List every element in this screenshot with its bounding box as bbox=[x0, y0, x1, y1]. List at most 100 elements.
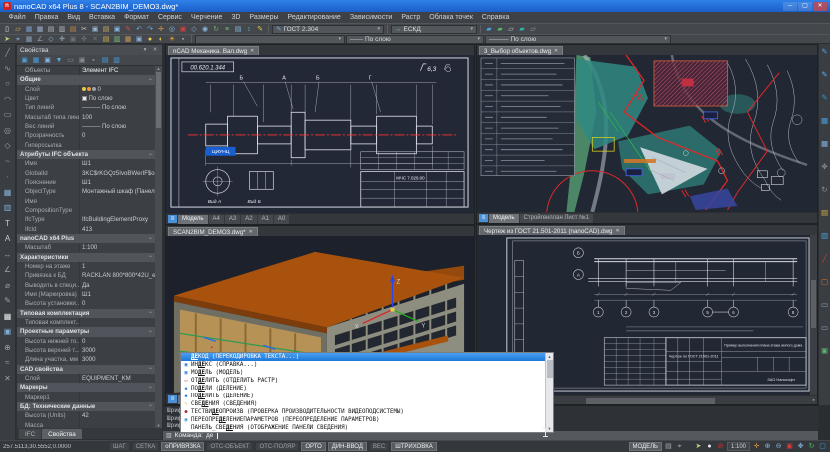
property-value[interactable]: 3KC$rKGQz5IvoBWerIF$o2vq bbox=[79, 169, 155, 178]
erase-tool-icon[interactable]: ✕ bbox=[2, 372, 14, 386]
close-button[interactable]: ✕ bbox=[813, 2, 827, 11]
text-tool-icon[interactable]: T bbox=[2, 217, 14, 231]
layers-icon[interactable]: ≡ bbox=[222, 25, 232, 34]
property-value[interactable] bbox=[79, 197, 155, 206]
status-toggle[interactable]: ВЕС bbox=[369, 442, 389, 451]
property-section-header[interactable]: Общие − bbox=[17, 75, 155, 84]
command-suggestion[interactable]: ● ТЕСТВИДЕОПРОИЗВ (ПРОВЕРКА ПРОИЗВОДИТЕЛ… bbox=[181, 408, 545, 416]
sheet-menu-icon[interactable]: ≡ bbox=[168, 215, 177, 223]
scroll-right-icon[interactable]: ▸ bbox=[813, 397, 815, 403]
copy-obj-icon[interactable]: ▣ bbox=[68, 35, 78, 44]
redline-brush-icon[interactable]: ✎ bbox=[820, 93, 830, 103]
menu-item[interactable]: Зависимости bbox=[345, 12, 396, 23]
pan-hand-icon[interactable]: ✛ bbox=[752, 442, 761, 451]
move-icon[interactable]: ✥ bbox=[79, 35, 89, 44]
scrollbar-thumb[interactable] bbox=[811, 280, 816, 328]
vertical-scrollbar[interactable] bbox=[810, 235, 817, 395]
spline-tool-icon[interactable]: ~ bbox=[2, 155, 14, 169]
dim-angle-tool-icon[interactable]: ∠ bbox=[2, 263, 14, 277]
draw-order-icon[interactable]: ↕ bbox=[244, 25, 254, 34]
zoom-extents-icon[interactable]: ◇ bbox=[189, 25, 199, 34]
select-similar-icon[interactable]: ▣ bbox=[43, 56, 52, 65]
hatch-tool-icon[interactable]: ▦ bbox=[2, 186, 14, 200]
layers-list-icon[interactable]: ▤ bbox=[101, 35, 111, 44]
lock-icon[interactable]: ▪ bbox=[178, 35, 188, 44]
zoom-prev-icon[interactable]: ◉ bbox=[200, 25, 210, 34]
osnap-icon[interactable]: ◇ bbox=[46, 35, 56, 44]
layer-props-icon[interactable]: ▤ bbox=[233, 25, 243, 34]
snap-icon[interactable]: ⌖ bbox=[13, 35, 23, 44]
property-section-header[interactable]: Типовая комплектация − bbox=[17, 309, 155, 318]
menu-item[interactable]: Черчение bbox=[186, 12, 227, 23]
point-tool-icon[interactable]: ∙ bbox=[2, 170, 14, 184]
info-panel-icon[interactable]: ▥ bbox=[820, 231, 830, 241]
menu-item[interactable]: Сервис bbox=[153, 12, 186, 23]
menu-item[interactable]: Формат bbox=[120, 12, 154, 23]
sun-icon[interactable]: ☀ bbox=[167, 35, 177, 44]
property-value[interactable]: 3000 bbox=[79, 355, 155, 364]
collapse-icon[interactable]: − bbox=[148, 310, 152, 316]
notebook-icon[interactable]: ▤ bbox=[820, 208, 830, 218]
palette-icon[interactable]: ▦ bbox=[820, 116, 830, 126]
command-suggestion[interactable]: ▣ ИНДЕКС (СПРАВКА...) bbox=[181, 361, 545, 369]
new-file-icon[interactable]: ▯ bbox=[2, 25, 12, 34]
auto-hide-icon[interactable]: ▾ bbox=[141, 47, 149, 53]
collapse-icon[interactable]: − bbox=[148, 152, 152, 158]
dim-linear-tool-icon[interactable]: ↔ bbox=[2, 248, 14, 262]
erase-icon[interactable]: ✕ bbox=[90, 35, 100, 44]
template-icon[interactable]: ▰ bbox=[495, 25, 505, 34]
zoom-window-icon[interactable]: ▣ bbox=[178, 25, 188, 34]
rect-tool-icon[interactable]: ▭ bbox=[2, 108, 14, 122]
properties-scrollbar[interactable]: ▲ ▼ bbox=[155, 66, 162, 428]
property-value[interactable]: 413 bbox=[79, 225, 155, 234]
property-value[interactable]: 0 bbox=[79, 131, 155, 140]
table-tool-icon[interactable]: ▦ bbox=[2, 310, 14, 324]
doc-tab-bim[interactable]: SCAN2BIM_DEMO3.dwg* ✕ bbox=[168, 227, 258, 236]
sheet-a-icon[interactable]: ▭ bbox=[820, 300, 830, 310]
scroll-down-icon[interactable]: ▼ bbox=[157, 423, 161, 428]
linetype-combo[interactable]: ——— По слою ▾ bbox=[485, 35, 671, 44]
bulb-on-icon[interactable]: ● bbox=[145, 35, 155, 44]
property-section-header[interactable]: Атрибуты IFC объекта − bbox=[17, 150, 155, 159]
property-value[interactable]: ——— По слою bbox=[79, 103, 155, 112]
dropdown-scrollbar[interactable]: ▲ ▼ bbox=[545, 353, 553, 432]
property-value[interactable]: 1 bbox=[79, 262, 155, 271]
property-section-header[interactable]: CAD свойства − bbox=[17, 365, 155, 374]
command-suggestion[interactable]: ▦ МОДЕЛЬ (МОДЕЛЬ) bbox=[181, 369, 545, 377]
block-tool-icon[interactable]: ▣ bbox=[2, 325, 14, 339]
property-value[interactable] bbox=[79, 318, 155, 327]
doc-tab-gost[interactable]: Чертеж из ГОСТ 21.501-2011 (nanoCAD).dwg… bbox=[479, 226, 625, 235]
format-brush-icon[interactable]: ✎ bbox=[123, 25, 133, 34]
lamp-icon[interactable]: ● bbox=[705, 442, 714, 451]
property-value[interactable]: 100 bbox=[79, 113, 155, 122]
property-value[interactable]: Ш1 bbox=[79, 178, 155, 187]
paste-icon[interactable]: ▤ bbox=[101, 25, 111, 34]
sheet-tab[interactable]: А2 bbox=[241, 215, 256, 224]
layer-walk-icon[interactable]: ▦ bbox=[123, 35, 133, 44]
layer-combo[interactable]: ▾ bbox=[195, 35, 345, 44]
property-value[interactable]: 0 bbox=[79, 337, 155, 346]
line-tool-icon[interactable]: ╱ bbox=[2, 46, 14, 60]
pin-value-icon[interactable]: ▪ bbox=[89, 56, 98, 65]
scroll-up-icon[interactable]: ▲ bbox=[548, 354, 552, 359]
sheet-b-icon[interactable]: ▭ bbox=[820, 323, 830, 333]
pan-cross-icon[interactable]: ✥ bbox=[796, 442, 805, 451]
command-suggestion[interactable]: ✎ СВЕДЕНИЯ (СВЕДЕНИЯ) bbox=[181, 400, 545, 408]
scrollbar-thumb[interactable] bbox=[547, 360, 553, 378]
drawing-canvas-map[interactable] bbox=[477, 55, 817, 212]
property-value[interactable] bbox=[79, 206, 155, 215]
regen-icon[interactable]: ↻ bbox=[211, 25, 221, 34]
property-section-header[interactable]: Проектные параметры − bbox=[17, 327, 155, 336]
sheet-tab[interactable]: А4 bbox=[209, 215, 224, 224]
collapse-icon[interactable]: − bbox=[148, 329, 152, 335]
fullscreen-icon[interactable]: ▢ bbox=[818, 442, 827, 451]
doc-tab-mechanika[interactable]: nCAD Механика. Вал.dwg ✕ bbox=[168, 46, 259, 55]
close-icon[interactable]: ✕ bbox=[615, 228, 619, 234]
save-all-icon[interactable]: ▦ bbox=[35, 25, 45, 34]
menu-item[interactable]: Вид bbox=[63, 12, 85, 23]
menu-item[interactable]: Справка bbox=[477, 12, 513, 23]
pan-icon[interactable]: ✛ bbox=[156, 25, 166, 34]
preview-icon[interactable]: ▥ bbox=[57, 25, 67, 34]
bulb-dim-icon[interactable]: ◐ bbox=[156, 35, 166, 44]
sheet-icon[interactable]: ▱ bbox=[506, 25, 516, 34]
